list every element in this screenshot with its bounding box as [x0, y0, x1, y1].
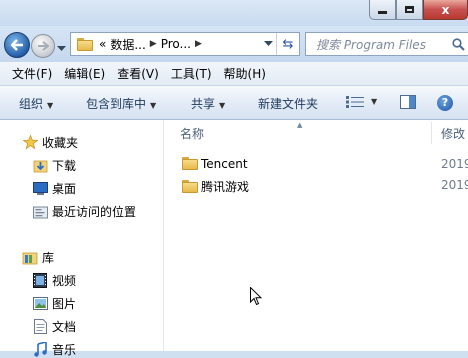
include-library-label: 包含到库中 — [86, 97, 147, 111]
breadcrumb-overflow[interactable]: « — [99, 37, 106, 51]
folder-icon — [182, 157, 198, 171]
chevron-down-icon — [57, 46, 66, 51]
pictures-library-icon — [32, 296, 48, 312]
nav-recent-places[interactable]: 最近访问的位置 — [32, 203, 136, 220]
music-library-icon — [32, 342, 48, 358]
view-options-dropdown-icon[interactable]: ▼ — [371, 97, 377, 106]
search-icon[interactable] — [448, 37, 468, 51]
refresh-icon: ⇆ — [282, 36, 294, 52]
maximize-button[interactable] — [396, 0, 423, 20]
minimize-icon — [378, 11, 387, 14]
nav-favorites-label: 收藏夹 — [42, 136, 79, 150]
search-input[interactable]: 搜索 Program Files — [305, 32, 468, 56]
recent-places-icon — [32, 204, 48, 220]
nav-downloads[interactable]: 下载 — [32, 157, 76, 174]
file-name: 腾讯游戏 — [201, 180, 250, 194]
include-in-library-button[interactable]: 包含到库中 ▼ — [86, 95, 156, 112]
star-icon — [22, 135, 38, 151]
close-icon: x — [441, 2, 450, 17]
nav-videos[interactable]: 视频 — [32, 272, 76, 289]
nav-libraries[interactable]: 库 — [22, 249, 54, 266]
menu-tools[interactable]: 工具(T) — [171, 65, 212, 82]
nav-videos-label: 视频 — [52, 274, 77, 288]
navigation-pane: 收藏夹 下载 桌面 最近访问的位置 库 视频 图片 文档 音乐 — [0, 120, 164, 357]
minimize-button[interactable] — [369, 0, 396, 20]
menu-help[interactable]: 帮助(H) — [224, 65, 266, 82]
breadcrumb-separator-icon[interactable]: ▶ — [195, 39, 202, 49]
address-bar[interactable]: « 数据... ▶ Pro... ▶ ⇆ — [70, 32, 300, 56]
nav-libraries-label: 库 — [42, 251, 55, 265]
chevron-down-icon: ▼ — [219, 101, 226, 110]
maximize-icon — [405, 6, 414, 13]
chevron-down-icon — [263, 41, 273, 46]
file-row[interactable]: Tencent — [182, 157, 248, 171]
view-options-icon[interactable] — [346, 96, 364, 111]
menu-edit[interactable]: 编辑(E) — [64, 65, 105, 82]
back-arrow-icon — [10, 39, 23, 51]
column-header-modified[interactable]: 修改 — [441, 120, 465, 147]
address-row: « 数据... ▶ Pro... ▶ ⇆ 搜索 Program Files — [0, 26, 468, 62]
close-button[interactable]: x — [423, 0, 468, 20]
menu-bar: 文件(F) 编辑(E) 查看(V) 工具(T) 帮助(H) — [0, 62, 468, 86]
chevron-down-icon: ▼ — [47, 101, 54, 110]
recent-pages-dropdown[interactable] — [57, 41, 66, 55]
title-bar: x — [0, 0, 468, 26]
file-date: 2019 — [441, 178, 468, 192]
nav-recent-label: 最近访问的位置 — [52, 205, 137, 219]
nav-music-label: 音乐 — [52, 343, 77, 357]
column-divider[interactable] — [431, 122, 432, 144]
desktop-icon — [32, 181, 48, 197]
breadcrumb-item[interactable]: Pro... — [161, 37, 191, 51]
nav-documents-label: 文档 — [52, 320, 77, 334]
preview-pane-icon[interactable] — [400, 95, 416, 109]
menu-file[interactable]: 文件(F) — [12, 65, 52, 82]
nav-pictures-label: 图片 — [52, 297, 77, 311]
nav-music[interactable]: 音乐 — [32, 341, 76, 358]
nav-favorites[interactable]: 收藏夹 — [22, 134, 78, 151]
help-icon[interactable]: ? — [437, 95, 453, 111]
chevron-down-icon: ▼ — [150, 101, 157, 110]
organize-label: 组织 — [19, 97, 44, 111]
sort-ascending-icon: ▲ — [297, 121, 303, 129]
column-header-name[interactable]: 名称 — [180, 120, 204, 147]
file-date: 2019 — [441, 157, 468, 171]
nav-desktop-label: 桌面 — [52, 182, 77, 196]
nav-pictures[interactable]: 图片 — [32, 295, 76, 312]
file-row[interactable]: 腾讯游戏 — [182, 178, 249, 195]
folder-icon — [182, 179, 198, 194]
forward-arrow-icon — [38, 41, 49, 51]
libraries-icon — [22, 250, 38, 266]
nav-downloads-label: 下载 — [52, 159, 77, 173]
address-dropdown-button[interactable] — [260, 33, 276, 55]
new-folder-button[interactable]: 新建文件夹 — [258, 95, 318, 112]
file-name: Tencent — [201, 157, 248, 171]
documents-library-icon — [32, 319, 48, 335]
share-label: 共享 — [191, 97, 216, 111]
breadcrumb-item[interactable]: 数据... — [110, 36, 145, 53]
breadcrumb-separator-icon[interactable]: ▶ — [150, 39, 157, 49]
command-bar: 组织 ▼ 包含到库中 ▼ 共享 ▼ 新建文件夹 ▼ ? — [0, 86, 468, 120]
share-button[interactable]: 共享 ▼ — [191, 95, 225, 112]
nav-documents[interactable]: 文档 — [32, 318, 76, 335]
forward-button[interactable] — [31, 34, 55, 58]
nav-desktop[interactable]: 桌面 — [32, 180, 76, 197]
file-list-pane: 名称 ▲ 修改 Tencent 2019 腾讯游戏 2019 — [164, 120, 468, 351]
downloads-folder-icon — [32, 158, 48, 174]
folder-icon — [77, 37, 93, 51]
refresh-button[interactable]: ⇆ — [276, 33, 299, 55]
organize-button[interactable]: 组织 ▼ — [19, 95, 53, 112]
mouse-cursor-icon — [250, 287, 262, 306]
search-placeholder: 搜索 Program Files — [316, 37, 426, 52]
menu-view[interactable]: 查看(V) — [117, 65, 159, 82]
video-library-icon — [32, 273, 48, 289]
window-controls: x — [369, 0, 468, 20]
back-button[interactable] — [4, 32, 30, 58]
